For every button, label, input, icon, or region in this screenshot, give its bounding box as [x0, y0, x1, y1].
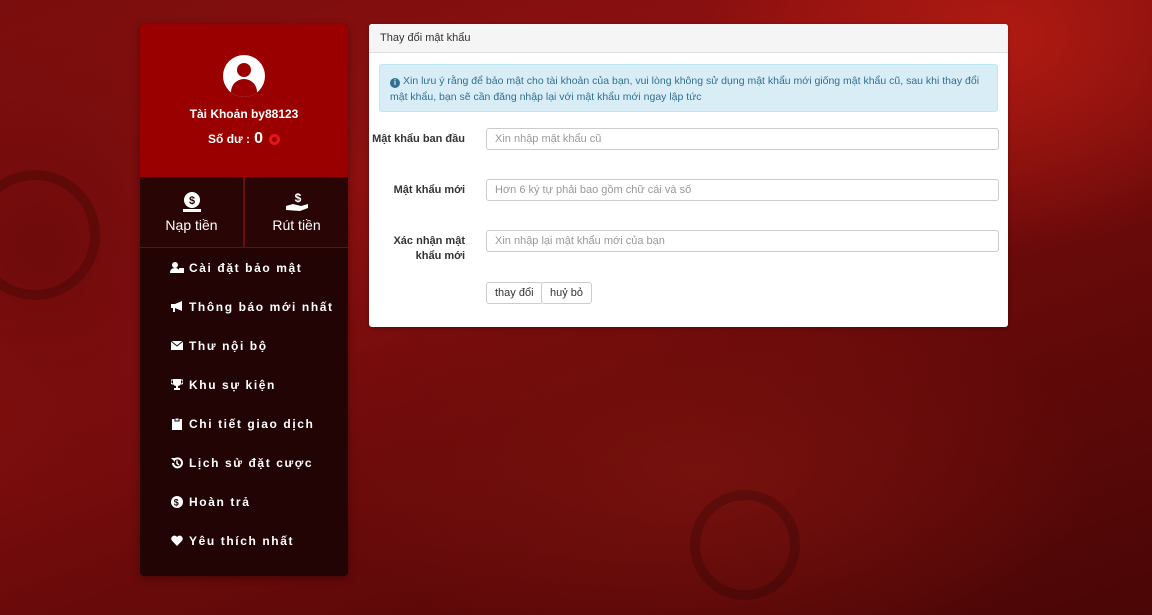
sidebar-item-rebate[interactable]: $ Hoàn trả: [140, 482, 348, 521]
panel-title: Thay đổi mật khẩu: [369, 24, 1008, 53]
sidebar-item-label: Cài đặt bảo mật: [189, 260, 303, 275]
balance-value: 0: [254, 130, 263, 147]
envelope-icon: [170, 340, 184, 352]
background-chip-decoration: [0, 170, 100, 300]
new-password-label: Mật khẩu mới: [393, 184, 465, 196]
user-lock-icon: [170, 262, 184, 274]
sidebar-item-betting-history[interactable]: Lịch sử đặt cược: [140, 443, 348, 482]
sidebar-item-label: Khu sự kiện: [189, 377, 276, 392]
security-notice: i Xin lưu ý rằng để bảo mật cho tài khoản…: [379, 64, 998, 112]
confirm-password-input[interactable]: [486, 230, 999, 252]
sidebar-item-label: Lịch sử đặt cược: [189, 455, 314, 470]
sidebar-item-label: Hoàn trả: [189, 494, 251, 509]
deposit-label: Nạp tiền: [165, 217, 218, 233]
dollar-coin-icon: $: [170, 495, 184, 508]
hand-dollar-icon: $: [285, 191, 308, 211]
sidebar-item-events[interactable]: Khu sự kiện: [140, 365, 348, 404]
sidebar-item-label: Yêu thích nhất: [189, 533, 295, 548]
sidebar-item-favorites[interactable]: Yêu thích nhất: [140, 521, 348, 560]
confirm-password-label: Xác nhận mật khẩu mới: [369, 234, 465, 264]
user-avatar-icon: [223, 55, 265, 97]
old-password-label: Mật khẩu ban đầu: [372, 133, 465, 145]
money-bag-icon: $: [182, 192, 201, 212]
info-icon: i: [390, 78, 400, 88]
profile-card: Tài Khoản by88123 Số dư : 0: [140, 24, 348, 177]
background-chip-decoration: [690, 490, 800, 600]
cancel-button[interactable]: huỷ bỏ: [541, 282, 593, 304]
confirm-password-label-line1: Xác nhận mật: [393, 235, 465, 247]
submit-change-button[interactable]: thay đổi: [486, 282, 543, 304]
notice-text: Xin lưu ý rằng để bảo mật cho tài khoản …: [390, 75, 980, 103]
balance-label: Số dư :: [208, 132, 251, 146]
sidebar-item-security-settings[interactable]: Cài đặt bảo mật: [140, 248, 348, 287]
heart-icon: [170, 535, 184, 547]
money-actions: $ Nạp tiền $ Rút tiền: [140, 177, 348, 248]
confirm-password-label-line2: khẩu mới: [415, 250, 465, 262]
sidebar-item-latest-notices[interactable]: Thông báo mới nhất: [140, 287, 348, 326]
sidebar-item-label: Chi tiết giao dịch: [189, 416, 315, 431]
old-password-input[interactable]: [486, 128, 999, 150]
sidebar-item-label: Thông báo mới nhất: [189, 299, 334, 314]
balance: Số dư : 0: [208, 130, 280, 148]
sidebar-item-transaction-details[interactable]: Chi tiết giao dịch: [140, 404, 348, 443]
new-password-input[interactable]: [486, 179, 999, 201]
withdraw-button[interactable]: $ Rút tiền: [243, 177, 348, 247]
sidebar-menu: Cài đặt bảo mật Thông báo mới nhất Thư n…: [140, 248, 348, 560]
svg-text:$: $: [174, 497, 181, 507]
change-password-panel: Thay đổi mật khẩu i Xin lưu ý rằng để bảo…: [369, 24, 1008, 327]
refresh-balance-icon[interactable]: [268, 133, 280, 145]
trophy-icon: [170, 379, 184, 391]
history-icon: [170, 456, 184, 469]
account-name: Tài Khoản by88123: [189, 107, 299, 121]
sidebar-item-label: Thư nội bộ: [189, 338, 268, 353]
deposit-button[interactable]: $ Nạp tiền: [140, 177, 243, 247]
sidebar-item-internal-mail[interactable]: Thư nội bộ: [140, 326, 348, 365]
megaphone-icon: [170, 301, 184, 313]
svg-text:$: $: [188, 195, 194, 207]
withdraw-label: Rút tiền: [272, 217, 321, 233]
clipboard-icon: [170, 417, 184, 430]
svg-text:$: $: [294, 191, 301, 205]
account-sidebar: Tài Khoản by88123 Số dư : 0 $ Nạp tiền $…: [140, 24, 348, 576]
